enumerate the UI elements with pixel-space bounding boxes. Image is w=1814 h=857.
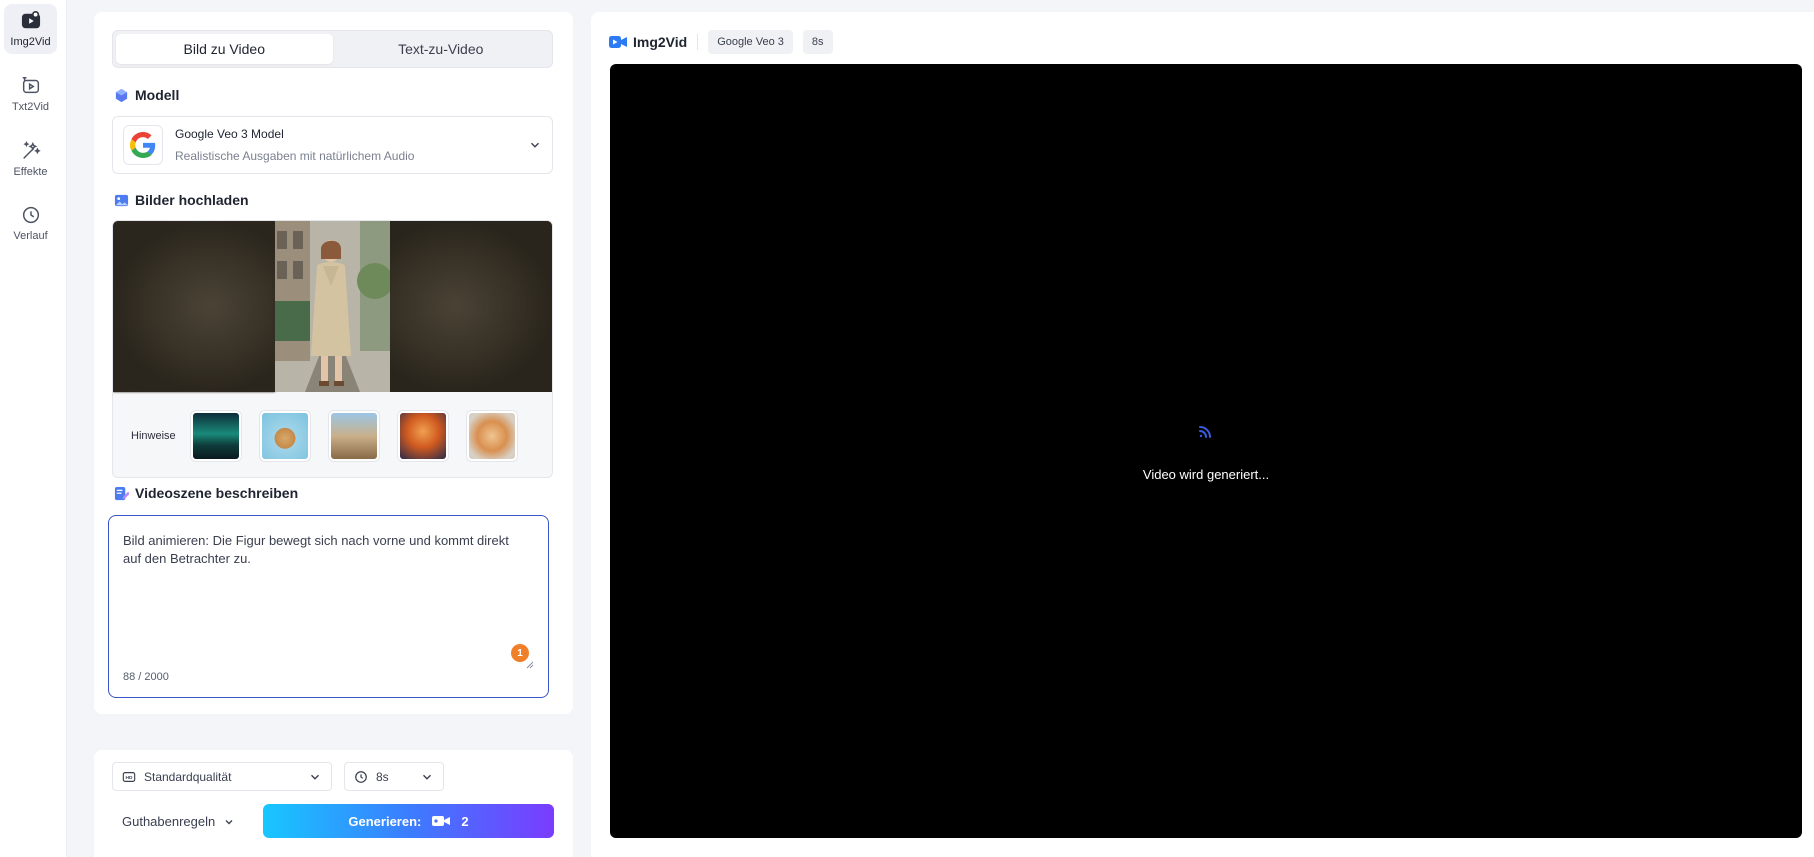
- video-status-text: Video wird generiert...: [1142, 466, 1270, 482]
- sidebar-item-effekte[interactable]: Effekte: [4, 134, 57, 184]
- blurred-background-left: [113, 221, 275, 392]
- credit-rules-dropdown[interactable]: Guthabenregeln: [122, 814, 235, 829]
- chevron-down-icon: [531, 142, 539, 148]
- video-camera-icon: [609, 36, 627, 48]
- google-logo-icon: [123, 125, 163, 165]
- settings-panel: Bild zu Video Text-zu-Video Modell Googl…: [94, 12, 573, 714]
- preview-header: Img2Vid Google Veo 3 8s: [609, 30, 833, 54]
- resize-handle-icon[interactable]: [526, 661, 534, 669]
- image-video-icon: [21, 11, 40, 29]
- sidebar-item-img2vid[interactable]: Img2Vid: [4, 4, 57, 54]
- sidebar-item-verlauf[interactable]: Verlauf: [4, 198, 57, 248]
- model-chip: Google Veo 3: [708, 30, 793, 54]
- upload-section-title: Bilder hochladen: [114, 192, 249, 208]
- video-canvas: Video wird generiert...: [610, 64, 1802, 838]
- clock-icon: [22, 206, 39, 224]
- quality-value: Standardqualität: [144, 769, 232, 784]
- hint-thumb-cat[interactable]: [467, 410, 517, 461]
- uploaded-image-preview[interactable]: [113, 221, 552, 392]
- generate-cost: 2: [461, 813, 469, 829]
- magic-wand-icon: [22, 141, 41, 159]
- sidebar-item-label: Verlauf: [13, 230, 48, 242]
- model-description: Realistische Ausgaben mit natürlichem Au…: [175, 149, 415, 163]
- mode-tabs: Bild zu Video Text-zu-Video: [112, 30, 553, 68]
- credit-rules-label: Guthabenregeln: [122, 814, 216, 829]
- prompt-box: Bild animieren: Die Figur bewegt sich na…: [108, 515, 549, 698]
- upload-title: Bilder hochladen: [135, 192, 249, 208]
- hint-thumb-aurora[interactable]: [191, 410, 241, 461]
- generate-button[interactable]: Generieren: 2: [263, 804, 554, 838]
- hint-thumb-cyclist[interactable]: [329, 410, 379, 461]
- brand-label: Img2Vid: [609, 34, 699, 50]
- generate-panel: HD Standardqualität 8s Guthabenregeln Ge…: [94, 750, 573, 857]
- uploaded-photo-woman-street: [275, 221, 390, 392]
- prompt-title: Videoszene beschreiben: [135, 485, 299, 501]
- prompt-section-title: Videoszene beschreiben: [114, 485, 298, 501]
- left-rail: Img2Vid Txt2Vid Effekte Verlauf: [0, 0, 67, 857]
- hint-thumb-teddy-bear[interactable]: [260, 410, 310, 461]
- model-name: Google Veo 3 Model: [175, 127, 284, 141]
- text-video-icon: [22, 77, 39, 94]
- brand-name: Img2Vid: [633, 34, 688, 50]
- sidebar-item-label: Txt2Vid: [11, 101, 50, 113]
- notification-badge: 1: [511, 644, 529, 662]
- preview-panel: Img2Vid Google Veo 3 8s Video wird gener…: [591, 12, 1814, 857]
- character-counter: 88 / 2000: [123, 671, 169, 683]
- quality-select[interactable]: HD Standardqualität: [112, 762, 332, 791]
- duration-value: 8s: [376, 769, 389, 784]
- generate-label: Generieren:: [348, 813, 422, 829]
- prompt-textarea[interactable]: Bild animieren: Die Figur bewegt sich na…: [123, 532, 523, 632]
- tab-text-to-video[interactable]: Text-zu-Video: [333, 34, 550, 64]
- chevron-down-icon: [311, 774, 319, 780]
- model-section-title: Modell: [114, 87, 179, 103]
- chevron-down-icon: [225, 819, 233, 824]
- hint-thumb-astronaut[interactable]: [398, 410, 448, 461]
- sidebar-item-label: Effekte: [13, 166, 48, 178]
- image-upload-area[interactable]: Hinweise: [112, 220, 553, 478]
- tab-image-to-video[interactable]: Bild zu Video: [116, 34, 333, 64]
- sidebar-item-txt2vid[interactable]: Txt2Vid: [4, 69, 57, 119]
- clock-icon: [355, 770, 367, 783]
- duration-select[interactable]: 8s: [344, 762, 444, 791]
- edit-document-icon: [114, 486, 129, 500]
- loading-icon: [1199, 425, 1211, 438]
- image-icon: [114, 194, 129, 206]
- model-icon: [115, 88, 128, 102]
- duration-chip: 8s: [802, 30, 833, 54]
- model-select[interactable]: Google Veo 3 Model Realistische Ausgaben…: [112, 116, 553, 174]
- chevron-down-icon: [423, 774, 431, 780]
- hd-icon: HD: [122, 771, 136, 782]
- hints-label: Hinweise: [131, 429, 176, 442]
- svg-text:HD: HD: [126, 775, 133, 781]
- model-title: Modell: [135, 87, 180, 103]
- hint-examples: Hinweise: [113, 392, 552, 477]
- sidebar-item-label: Img2Vid: [10, 36, 51, 48]
- blurred-background-right: [390, 221, 552, 392]
- video-camera-icon: [432, 816, 451, 826]
